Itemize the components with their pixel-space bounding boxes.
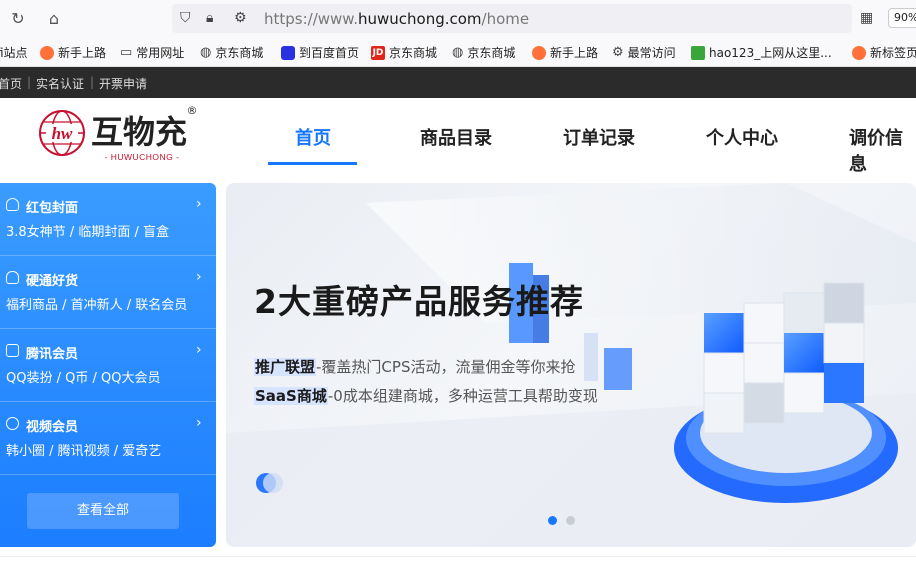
bookmark-item[interactable]: hao123_上网从这里... <box>691 44 832 61</box>
logo-registered: ® <box>187 104 198 117</box>
category-sub[interactable]: 福利商品 / 首冲新人 / 联名会员 <box>6 294 187 313</box>
folder-icon: ▭ <box>120 45 133 60</box>
carousel-dot[interactable] <box>566 516 575 525</box>
category-item-video[interactable]: 视频会员 › 韩小圈 / 腾讯视频 / 爱奇艺 <box>0 402 216 475</box>
banner-line-affiliate: 推广联盟-覆盖热门CPS活动，流量佣金等你来抢 <box>254 358 576 376</box>
site-header: hw 互物充 ® - HUWUCHONG - 首页 商品目录 订单记录 个人中心… <box>0 98 916 175</box>
category-item-red-envelope[interactable]: 红包封面 › 3.8女神节 / 临期封面 / 盲盒 <box>0 183 216 256</box>
topbar-separator: | <box>27 75 32 89</box>
site-logo[interactable]: hw 互物充 ® - HUWUCHONG - <box>38 102 198 164</box>
bookmark-item[interactable]: 新标签页 <box>852 44 916 61</box>
topbar-verify-link[interactable]: 实名认证 <box>36 75 84 92</box>
logo-sub-text: - HUWUCHONG - <box>105 152 180 162</box>
bookmark-item[interactable]: ◍ 京东商城 <box>452 44 515 61</box>
address-bar[interactable]: ⛉ 🔒︎ ⚙ https://www.huwuchong.com/home <box>172 4 852 33</box>
bookmark-item[interactable]: fi站点 <box>0 44 28 61</box>
lock-icon[interactable]: 🔒︎ <box>206 10 213 26</box>
category-sub[interactable]: 韩小圈 / 腾讯视频 / 爱奇艺 <box>6 440 161 459</box>
topbar-invoice-link[interactable]: 开票申请 <box>99 75 147 92</box>
menu-active-underline <box>268 162 357 165</box>
category-title: 腾讯会员 <box>26 347 79 362</box>
reload-icon[interactable]: ↻ <box>8 9 28 29</box>
chevron-right-icon: › <box>196 342 202 358</box>
category-title: 红包封面 <box>26 201 79 216</box>
jd-icon: JD <box>371 45 385 60</box>
category-sidebar: 红包封面 › 3.8女神节 / 临期封面 / 盲盒 硬通好货 › 福利商品 / … <box>0 183 216 547</box>
url-text[interactable]: https://www.huwuchong.com/home <box>264 10 529 28</box>
topbar-separator: | <box>90 75 95 89</box>
banner-highlight: SaaS商城 <box>254 387 328 405</box>
chevron-right-icon: › <box>196 415 202 431</box>
category-sub[interactable]: 3.8女神节 / 临期封面 / 盲盒 <box>6 221 169 240</box>
category-title: 硬通好货 <box>26 274 79 289</box>
menu-price-info[interactable]: 调价信息 <box>849 124 916 176</box>
zoom-level[interactable]: 90% <box>888 8 916 28</box>
banner-line-saas: SaaS商城-0成本组建商城，多种运营工具帮助变现 <box>254 387 598 405</box>
crown-icon <box>6 198 19 211</box>
browser-toolbar: ↻ ⌂ ⛉ 🔒︎ ⚙ https://www.huwuchong.com/hom… <box>0 0 916 37</box>
globe-icon: ◍ <box>452 45 464 60</box>
gear-icon: ⚙ <box>612 45 624 60</box>
bookmark-item[interactable]: 新手上路 <box>40 44 106 61</box>
category-title: 视频会员 <box>26 420 79 435</box>
lock-icon <box>6 271 19 284</box>
menu-catalog[interactable]: 商品目录 <box>420 124 492 150</box>
category-item-tencent[interactable]: 腾讯会员 › QQ装扮 / Q币 / QQ大会员 <box>0 329 216 402</box>
chevron-right-icon: › <box>196 196 202 212</box>
firefox-icon <box>532 45 546 60</box>
menu-home[interactable]: 首页 <box>295 124 331 150</box>
permissions-icon[interactable]: ⚙ <box>234 10 247 26</box>
hero-banner[interactable]: 2大重磅产品服务推荐 推广联盟-覆盖热门CPS活动，流量佣金等你来抢 SaaS商… <box>226 183 916 547</box>
carousel-dot[interactable] <box>548 516 557 525</box>
baidu-icon <box>281 45 295 60</box>
qr-code-icon[interactable]: ▦ <box>860 10 873 26</box>
bookmark-item[interactable]: JD 京东商城 <box>371 44 437 61</box>
carousel-dots <box>548 516 575 525</box>
banner-title: 2大重磅产品服务推荐 <box>254 282 584 321</box>
menu-orders[interactable]: 订单记录 <box>563 124 635 150</box>
bookmarks-bar: fi站点 新手上路 ▭常用网址 ◍京东商城 到百度首页 JD京东商城 ◍京东商城… <box>0 37 916 67</box>
play-icon <box>6 417 19 430</box>
bookmark-item[interactable]: 到百度首页 <box>281 44 359 61</box>
logo-mark: hw 互物充 ® - HUWUCHONG - <box>39 104 198 162</box>
shield-icon[interactable]: ⛉ <box>180 10 191 26</box>
menu-profile[interactable]: 个人中心 <box>706 124 778 150</box>
logo-brand-text: 互物充 <box>91 113 187 151</box>
bookmark-folder[interactable]: ▭ 常用网址 <box>120 44 184 61</box>
view-all-button[interactable]: 查看全部 <box>27 493 179 529</box>
category-sub[interactable]: QQ装扮 / Q币 / QQ大会员 <box>6 367 160 386</box>
chevron-right-icon: › <box>196 269 202 285</box>
bookmark-item[interactable]: 新手上路 <box>532 44 598 61</box>
firefox-icon <box>40 45 54 60</box>
hao123-icon <box>691 45 705 60</box>
home-icon[interactable]: ⌂ <box>44 9 64 29</box>
section-divider <box>0 556 916 557</box>
firefox-icon <box>852 45 866 60</box>
banner-highlight: 推广联盟 <box>254 358 317 376</box>
globe-icon: ◍ <box>200 45 212 60</box>
bookmark-item[interactable]: ⚙ 最常访问 <box>612 44 676 61</box>
category-item-goods[interactable]: 硬通好货 › 福利商品 / 首冲新人 / 联名会员 <box>0 256 216 329</box>
tv-icon <box>6 344 19 357</box>
topbar-home-link[interactable]: 首页 <box>0 75 22 92</box>
bookmark-item[interactable]: ◍ 京东商城 <box>200 44 263 61</box>
site-topbar: 首页 | 实名认证 | 开票申请 <box>0 67 916 98</box>
logo-hw-text: hw <box>52 124 73 143</box>
